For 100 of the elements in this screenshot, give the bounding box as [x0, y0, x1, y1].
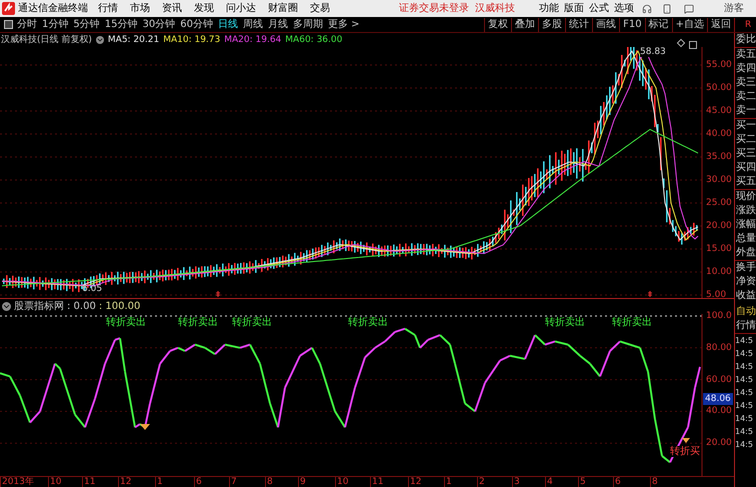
time-axis-label: 10	[335, 477, 348, 487]
period-tab[interactable]: 分时	[17, 18, 37, 32]
panel-toggle-icon	[689, 41, 697, 49]
moving-average-label: MA60: 36.00	[285, 34, 342, 47]
time-axis-label: 11	[370, 477, 384, 487]
indicator-max-value: : 100.00	[98, 300, 140, 314]
signal-label: 转折卖出	[232, 317, 272, 328]
toolbar-button[interactable]: 画线	[592, 18, 620, 32]
quote-label: 买四	[735, 161, 756, 175]
menu-item[interactable]: 发现	[194, 0, 214, 17]
indicator-axis-label: 60.00	[706, 374, 732, 385]
toolbar-button[interactable]: 标记	[644, 18, 672, 32]
quote-label: 卖一	[735, 104, 756, 119]
toolbar-button[interactable]: 复权	[484, 18, 512, 32]
user-label[interactable]: 游客	[724, 0, 744, 17]
toolbar-button[interactable]: 叠加	[511, 18, 538, 32]
period-tab[interactable]: 1分钟	[42, 18, 68, 32]
menu-item[interactable]: 行情	[98, 0, 118, 17]
time-axis-label: 7	[229, 477, 237, 487]
quote-label: 买五	[735, 175, 756, 190]
tick-time: 14:5	[735, 335, 754, 347]
signal-label: 转折卖出	[545, 317, 585, 328]
menu-item[interactable]: 资讯	[162, 0, 182, 17]
toolbar-button[interactable]: +自选	[672, 18, 707, 32]
quote-label: 换手	[735, 261, 756, 275]
menu-item[interactable]: 市场	[130, 0, 150, 17]
tick-time: 14:5	[735, 387, 754, 399]
period-tab[interactable]: 周线	[242, 18, 263, 32]
price-axis-label: 5.00	[706, 290, 726, 300]
period-tab[interactable]: 月线	[268, 18, 288, 32]
toolbar-button[interactable]: F10	[619, 18, 645, 32]
quote-label: 买三	[735, 147, 756, 161]
signal-label: 转折卖出	[612, 317, 652, 328]
menu-item[interactable]: 选项	[614, 0, 634, 17]
app-title: 通达信金融终端	[18, 2, 88, 16]
menu-item[interactable]: 问小达	[226, 0, 256, 17]
chart-title: 汉威科技(日线 前复权)	[1, 34, 92, 47]
period-tab[interactable]: 60分钟	[180, 18, 213, 32]
signal-label: 转折卖出	[106, 317, 146, 328]
indicator-axis-label: 100.0	[706, 311, 732, 321]
period-tab[interactable]: 30分钟	[142, 18, 176, 32]
time-axis-label: 11	[82, 477, 96, 487]
tick-time: 14:5	[735, 426, 754, 438]
current-value-label: 48.06	[703, 393, 733, 405]
time-axis-label: 8	[265, 477, 273, 487]
time-axis-label: 6	[194, 477, 202, 487]
time-axis-label: 10	[48, 477, 62, 487]
menu-item[interactable]: 财富圈	[268, 0, 298, 17]
price-axis-label: 35.00	[706, 152, 732, 162]
tick-time: 14:5	[735, 413, 754, 425]
quote-label: 行情	[735, 319, 756, 334]
headset-icon[interactable]	[642, 4, 652, 14]
auto-label[interactable]: 自动	[735, 305, 756, 319]
quote-label: 涨幅	[735, 218, 756, 232]
moving-average-label: MA20: 19.64	[224, 34, 282, 47]
quote-label: 卖四	[735, 62, 756, 76]
quote-label: 涨跌	[735, 204, 756, 218]
time-axis-label: 4	[545, 477, 553, 487]
signal-label: 转折卖出	[348, 317, 388, 328]
price-axis-label: 45.00	[706, 106, 732, 116]
period-tab[interactable]: 更多 >	[328, 18, 360, 32]
indicator-axis-label: 40.00	[706, 406, 732, 416]
time-axis-label: 5	[578, 477, 586, 487]
stock-name: 汉威科技	[475, 2, 515, 16]
price-axis-label: 55.00	[706, 60, 732, 70]
time-axis-label: 1	[155, 477, 163, 487]
message-icon[interactable]	[684, 4, 694, 14]
quote-label: 现价	[735, 190, 756, 204]
period-tab[interactable]: 日线	[218, 18, 238, 32]
moving-average-label: MA5: 20.21	[108, 34, 160, 47]
time-axis-label: 9	[298, 477, 306, 487]
indicator-axis-label: 20.00	[706, 438, 732, 448]
menu-item[interactable]: 功能	[539, 0, 559, 17]
quote-label: 买二	[735, 133, 756, 147]
price-axis-label: 40.00	[706, 129, 732, 139]
quote-label: 净资	[735, 275, 756, 289]
menu-item[interactable]: 交易	[310, 0, 330, 17]
dropdown-icon[interactable]	[96, 36, 104, 44]
app-logo-icon	[2, 2, 15, 15]
moving-average-label: MA10: 19.73	[163, 34, 220, 47]
signal-label: 转折买	[670, 446, 700, 457]
time-axis-label: 6	[613, 477, 621, 487]
price-axis-label: 30.00	[706, 175, 732, 185]
period-tab[interactable]: 15分钟	[104, 18, 138, 32]
quote-label: 委比	[735, 33, 756, 48]
quote-label: 总量	[735, 232, 756, 246]
toolbar-button[interactable]: 多股	[538, 18, 566, 32]
tick-time: 14:5	[735, 374, 754, 386]
sidebar-toggle-icon[interactable]	[4, 20, 13, 29]
quote-label: 收益	[735, 289, 756, 303]
quote-label: 卖二	[735, 90, 756, 104]
phone-icon[interactable]	[662, 4, 672, 14]
menu-item[interactable]: 版面	[564, 0, 584, 17]
menu-item[interactable]: 公式	[589, 0, 609, 17]
dropdown-icon[interactable]	[2, 302, 11, 311]
period-tab[interactable]: 多周期	[292, 18, 323, 32]
toolbar-button[interactable]: 返回	[707, 18, 734, 32]
toolbar-button[interactable]: 统计	[565, 18, 592, 32]
login-status[interactable]: 证券交易未登录	[399, 0, 469, 17]
period-tab[interactable]: 5分钟	[73, 18, 100, 32]
